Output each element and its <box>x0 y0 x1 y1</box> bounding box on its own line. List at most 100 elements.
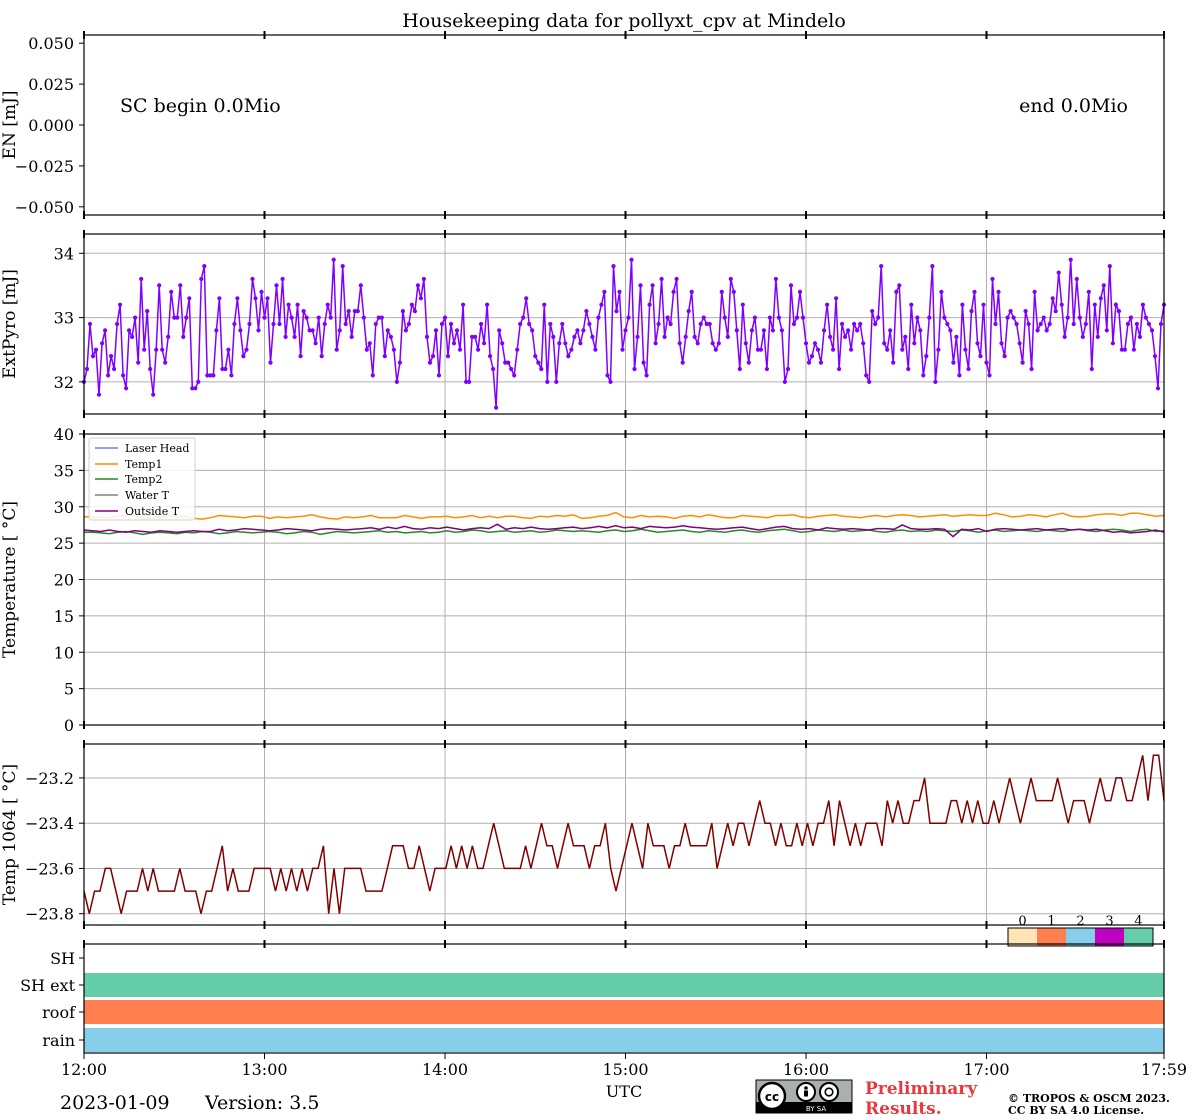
series-point <box>331 257 336 262</box>
series-point <box>680 360 685 365</box>
cc-license-badge: cc BY SA <box>755 1079 853 1114</box>
series-point <box>1074 276 1079 282</box>
series-point <box>1098 296 1103 301</box>
series-point <box>93 347 99 352</box>
series-point <box>876 315 881 320</box>
series-point <box>921 373 926 378</box>
series-point <box>936 347 941 352</box>
colorbar-swatch-4 <box>1124 928 1153 946</box>
series-point <box>1092 302 1097 307</box>
series-point <box>325 302 330 307</box>
series-point <box>328 315 333 320</box>
series-point <box>945 321 950 327</box>
series-point <box>566 354 571 359</box>
series-point <box>286 302 291 307</box>
series-point <box>367 341 372 346</box>
series-point <box>999 341 1004 346</box>
x-tick-label: 12:00 <box>61 1060 107 1079</box>
series-point <box>728 276 733 282</box>
y-tick-label: 35 <box>54 461 74 480</box>
series-point <box>1140 302 1145 307</box>
series-point <box>394 379 399 384</box>
series-point <box>659 276 664 282</box>
y-tick-label: 0.050 <box>28 34 74 53</box>
colorbar-tick-label: 1 <box>1047 914 1055 929</box>
series-point <box>355 309 360 314</box>
series-point <box>734 328 739 333</box>
series-point <box>175 315 180 320</box>
legend-label-temp1: Temp1 <box>125 458 162 471</box>
y-tick-label: 10 <box>54 643 74 662</box>
y-tick-label: −0.025 <box>15 157 74 176</box>
series-point <box>578 341 583 346</box>
series-point <box>831 347 836 352</box>
series-point <box>397 360 402 365</box>
series-point <box>545 379 550 384</box>
series-point <box>1083 321 1088 327</box>
series-point <box>870 309 875 314</box>
series-point <box>343 321 348 327</box>
series-point <box>1047 321 1052 327</box>
series-point <box>858 321 863 327</box>
colorbar-tick-label: 4 <box>1134 914 1142 929</box>
series-point <box>1026 321 1031 327</box>
series-point <box>154 347 159 352</box>
cc-badge-text: BY SA <box>806 1105 826 1113</box>
series-point <box>752 315 758 320</box>
series-point <box>415 283 420 288</box>
footer-version: Version: 3.5 <box>204 1092 319 1114</box>
y-tick-label: 0.025 <box>28 75 74 94</box>
series-point <box>635 334 640 339</box>
series-point <box>232 321 237 327</box>
series-point <box>124 386 129 391</box>
extpyro-y-axis-label: ExtPyro [mJ] <box>0 269 20 379</box>
series-point <box>337 328 342 333</box>
series-point <box>1149 328 1155 333</box>
series-point <box>418 296 423 301</box>
series-point <box>136 360 141 365</box>
series-point <box>963 347 968 352</box>
series-point <box>476 347 481 352</box>
series-point <box>990 276 995 282</box>
series-point <box>527 321 532 327</box>
series-point <box>912 341 917 346</box>
series-point <box>84 366 90 372</box>
preliminary-results-label: Preliminary Results. <box>865 1079 983 1119</box>
series-point <box>1158 321 1164 327</box>
series-point <box>855 328 860 333</box>
series-point <box>834 296 839 301</box>
series-point <box>121 373 126 378</box>
series-point <box>193 386 198 391</box>
series-point <box>298 354 303 359</box>
series-point <box>861 341 866 346</box>
colorbar-tick-label: 2 <box>1076 914 1084 929</box>
colorbar-swatch-0 <box>1008 928 1037 946</box>
legend-label-temp2: Temp2 <box>125 473 162 486</box>
series-point <box>575 328 580 333</box>
y-tick-label: −23.4 <box>25 814 74 833</box>
series-point <box>1053 309 1058 314</box>
series-point <box>1002 354 1007 359</box>
series-point <box>109 354 114 359</box>
series-point <box>614 309 619 314</box>
series-point <box>539 366 544 372</box>
series-point <box>445 354 451 359</box>
series-point <box>467 379 472 384</box>
series-point <box>749 328 755 333</box>
panel-temp1064: −23.2 −23.4 −23.6 −23.8 Temp 1064 [ °C] <box>0 740 1165 929</box>
series-point <box>424 334 430 339</box>
series-point <box>1041 315 1046 320</box>
series-point <box>406 321 411 327</box>
series-point <box>1128 315 1133 320</box>
series-point <box>599 302 604 307</box>
series-point <box>548 321 553 327</box>
series-point <box>521 315 526 320</box>
series-point <box>1038 321 1043 327</box>
series-point <box>211 373 216 378</box>
series-point <box>864 373 869 378</box>
series-point <box>427 360 433 365</box>
series-point <box>1143 315 1148 320</box>
series-line-p2 <box>83 259 1165 408</box>
series-point <box>1032 289 1037 294</box>
series-point <box>530 328 535 333</box>
